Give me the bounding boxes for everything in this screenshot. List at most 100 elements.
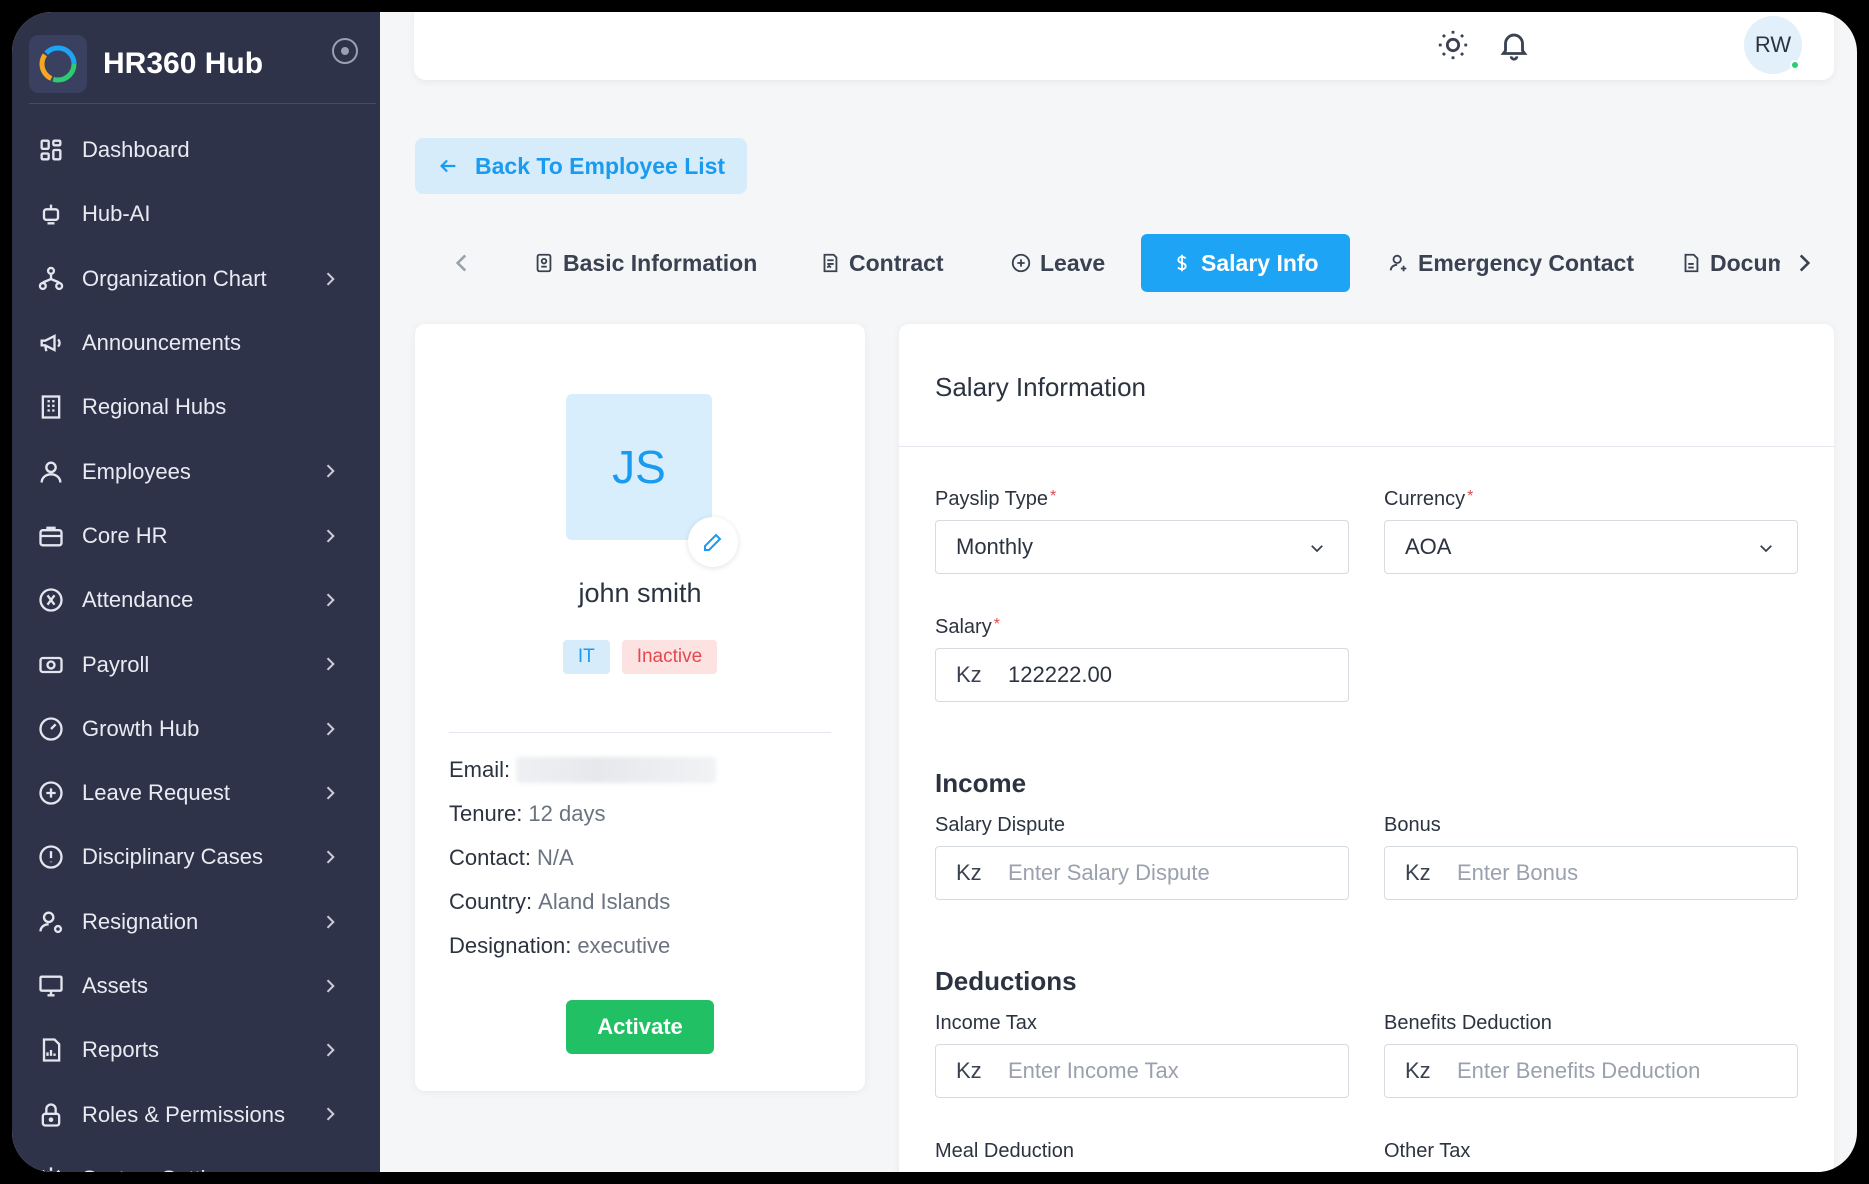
building-icon [36, 392, 66, 422]
currency-select[interactable]: AOA [1384, 520, 1798, 574]
plus-circle-icon [36, 778, 66, 808]
divider [449, 732, 831, 733]
sidebar-item-label: Reports [82, 1037, 160, 1063]
employee-details: Email: Tenure: 12 days Contact: N/A Coun… [449, 748, 831, 968]
sidebar-item-disciplinary-cases[interactable]: Disciplinary Cases [12, 825, 380, 889]
employee-profile-card: JS john smith IT Inactive Email: Tenure:… [415, 324, 865, 1091]
arrow-left-icon [440, 159, 456, 173]
status-badge: Inactive [621, 640, 718, 674]
salary-dispute-label: Salary Dispute [935, 814, 1066, 836]
divider [899, 446, 1834, 447]
chevron-right-icon [320, 461, 340, 481]
sidebar: HR360 Hub Dashboard Hub-AI Organization Ch… [12, 12, 380, 1172]
department-badge: IT [562, 640, 610, 674]
employee-name: john smith [578, 578, 702, 608]
user-icon [36, 457, 66, 487]
sidebar-item-employees[interactable]: Employees [12, 439, 380, 503]
sidebar-item-regional-hubs[interactable]: Regional Hubs [12, 375, 380, 439]
sidebar-item-label: Leave Request [82, 780, 230, 806]
back-to-employee-list-button[interactable]: Back To Employee List [415, 138, 747, 194]
bonus-input[interactable]: Kz Enter Bonus [1384, 846, 1798, 900]
tabs-prev-icon[interactable] [449, 250, 475, 276]
salary-input[interactable]: Kz 122222.00 [935, 648, 1349, 702]
chevron-right-icon [320, 1169, 340, 1172]
sidebar-nav: Dashboard Hub-AI Organization Chart Announc… [12, 118, 380, 1172]
dashboard-icon [36, 135, 66, 165]
email-row: Email: [449, 748, 831, 792]
tab-label: Contract [849, 249, 944, 276]
sidebar-item-attendance[interactable]: Attendance [12, 568, 380, 632]
tab-basic-information[interactable]: Basic Information [533, 234, 757, 292]
tab-leave[interactable]: Leave [1010, 234, 1105, 292]
country-row: Country: Aland Islands [449, 889, 671, 914]
briefcase-icon [36, 521, 66, 551]
income-section-title: Income [935, 768, 1027, 798]
chevron-right-icon [320, 269, 340, 289]
sidebar-toggle-icon[interactable] [332, 38, 358, 64]
brand[interactable]: HR360 Hub [29, 25, 376, 102]
tabs-next-icon[interactable] [1791, 250, 1817, 276]
megaphone-icon [36, 328, 66, 358]
required-marker: * [1050, 488, 1057, 505]
app-name: HR360 Hub [103, 46, 264, 80]
activate-button[interactable]: Activate [566, 1000, 714, 1054]
report-icon [36, 1035, 66, 1065]
tab-emergency-contact[interactable]: Emergency Contact [1388, 234, 1634, 292]
tab-salary-info[interactable]: Salary Info [1141, 234, 1350, 292]
sidebar-item-payroll[interactable]: Payroll [12, 632, 380, 696]
chevron-right-icon [320, 912, 340, 932]
tab-label: Salary Info [1201, 249, 1319, 276]
sidebar-item-label: Core HR [82, 522, 168, 548]
chevron-right-icon [320, 654, 340, 674]
edit-avatar-button[interactable] [688, 517, 738, 567]
sidebar-item-growth-hub[interactable]: Growth Hub [12, 697, 380, 761]
chevron-right-icon [320, 719, 340, 739]
sidebar-item-label: Regional Hubs [82, 394, 227, 420]
app-window: HR360 Hub Dashboard Hub-AI Organization Ch… [12, 12, 1857, 1172]
benefits-deduction-label: Benefits Deduction [1384, 1012, 1552, 1034]
pencil-icon [704, 533, 722, 551]
sidebar-item-leave-request[interactable]: Leave Request [12, 761, 380, 825]
payslip-type-select[interactable]: Monthly [935, 520, 1349, 574]
org-chart-icon [36, 264, 66, 294]
gear-icon [36, 1164, 66, 1172]
sidebar-item-hub-ai[interactable]: Hub-AI [12, 182, 380, 246]
lock-icon [36, 1100, 66, 1130]
contact-row: Contact: N/A [449, 845, 574, 870]
sidebar-item-label: Payroll [82, 651, 150, 677]
sidebar-item-core-hr[interactable]: Core HR [12, 504, 380, 568]
currency-prefix: Kz [956, 860, 982, 885]
benefits-deduction-input[interactable]: Kz Enter Benefits Deduction [1384, 1044, 1798, 1098]
sidebar-item-system-settings[interactable]: System Settings [12, 1147, 380, 1172]
bell-icon[interactable] [1497, 28, 1531, 62]
tab-label: Basic Information [563, 249, 758, 276]
sidebar-item-organization-chart[interactable]: Organization Chart [12, 247, 380, 311]
salary-information-card: Salary Information Payslip Type * Monthly… [899, 324, 1834, 1172]
salary-dispute-input[interactable]: Kz Enter Salary Dispute [935, 846, 1349, 900]
sidebar-item-label: Assets [82, 973, 149, 998]
currency-prefix: Kz [956, 662, 982, 687]
sidebar-item-announcements[interactable]: Announcements [12, 311, 380, 375]
avatar[interactable]: RW [1744, 16, 1802, 74]
tab-documents[interactable]: Documents [1680, 234, 1780, 292]
meal-deduction-label: Meal Deduction [935, 1140, 1074, 1162]
chevron-right-icon [320, 976, 340, 996]
tab-label: Emergency Contact [1418, 249, 1635, 276]
id-card-icon [536, 253, 552, 273]
bonus-label: Bonus [1384, 814, 1441, 836]
sidebar-item-roles-permissions[interactable]: Roles & Permissions [12, 1082, 380, 1146]
sidebar-item-label: Growth Hub [82, 715, 200, 741]
tab-contract[interactable]: Contract [819, 234, 944, 292]
sidebar-item-resignation[interactable]: Resignation [12, 890, 380, 954]
theme-toggle-icon[interactable] [1436, 28, 1470, 62]
sidebar-item-dashboard[interactable]: Dashboard [12, 118, 380, 182]
sidebar-item-assets[interactable]: Assets [12, 954, 380, 1018]
income-tax-input[interactable]: Kz Enter Income Tax [935, 1044, 1349, 1098]
sidebar-item-label: Dashboard [82, 137, 190, 163]
sidebar-item-reports[interactable]: Reports [12, 1018, 380, 1082]
logo-icon [29, 34, 87, 93]
sidebar-item-label: Roles & Permissions [82, 1101, 285, 1127]
profile-tabs: Basic Information Contract Leave Salary … [415, 234, 1835, 292]
card-title: Salary Information [935, 372, 1146, 402]
chevron-right-icon [320, 1040, 340, 1060]
